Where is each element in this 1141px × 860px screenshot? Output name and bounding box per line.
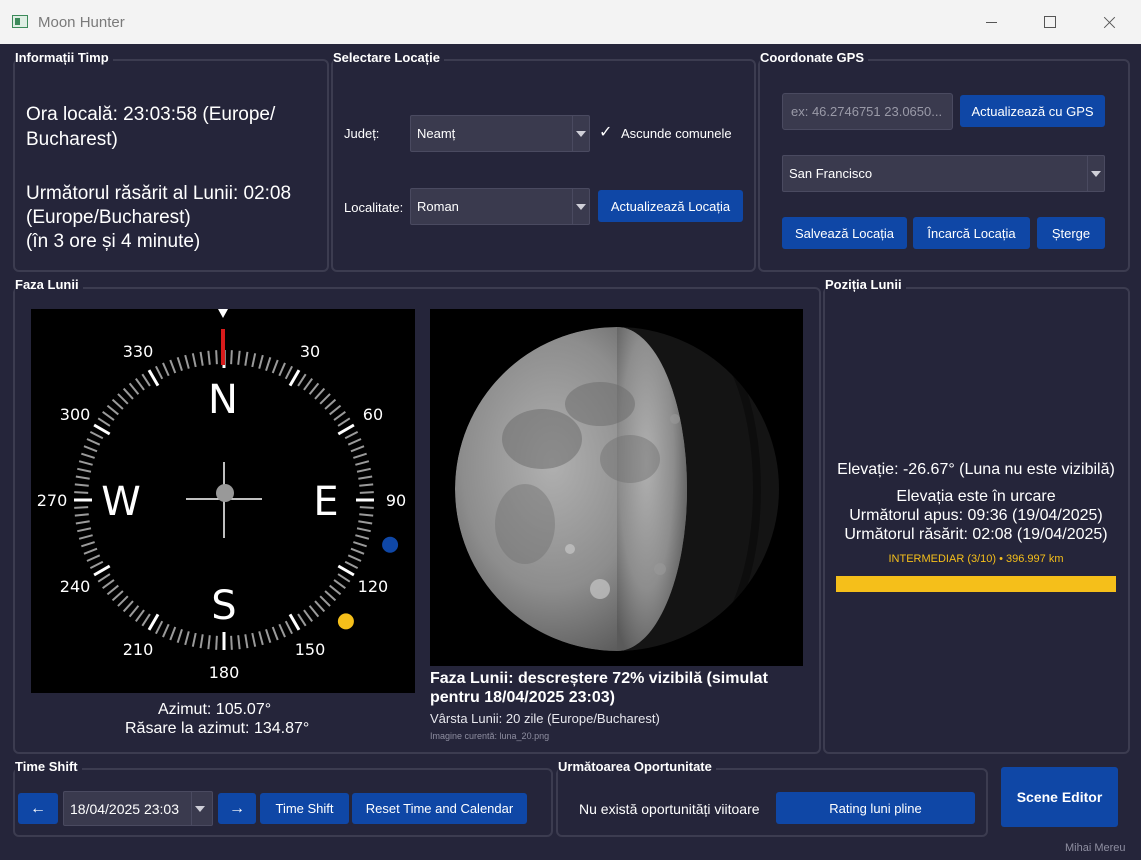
update-gps-button[interactable]: Actualizează cu GPS <box>960 95 1105 127</box>
next-rise-line1: Următorul răsărit al Lunii: 02:08 <box>26 183 292 204</box>
compass-minor-tick <box>74 491 89 494</box>
rating-full-moons-button[interactable]: Rating luni pline <box>776 792 975 824</box>
current-image-text: Imagine curentă: luna_20.png <box>430 731 550 741</box>
time-shift-button[interactable]: Time Shift <box>260 793 349 824</box>
delete-location-button[interactable]: Șterge <box>1037 217 1105 249</box>
locality-value: Roman <box>417 199 459 214</box>
scene-editor-button[interactable]: Scene Editor <box>1001 767 1118 827</box>
compass-minor-tick <box>359 506 374 509</box>
compass-degree-label: 270 <box>37 491 68 510</box>
chevron-down-icon[interactable] <box>1087 156 1104 191</box>
county-value: Neamț <box>417 126 456 141</box>
opportunity-message: Nu există oportunități viitoare <box>579 801 760 817</box>
gps-coords-input[interactable]: ex: 46.2746751 23.0650... <box>782 93 953 130</box>
elevation-text: Elevație: -26.67° (Luna nu este vizibilă… <box>837 461 1115 478</box>
datetime-value: 18/04/2025 23:03 <box>70 800 179 817</box>
next-time-button[interactable]: → <box>218 793 256 824</box>
hide-communes-label[interactable]: Ascunde comunele <box>621 126 732 141</box>
compass-minor-tick <box>230 350 233 365</box>
phase-title-line1: Faza Lunii: descreștere 72% vizibilă (si… <box>430 670 768 687</box>
update-location-button[interactable]: Actualizează Locația <box>598 190 743 222</box>
minimize-button[interactable] <box>962 0 1020 44</box>
compass-degree-label: 120 <box>358 577 389 596</box>
compass-degree-label: 180 <box>209 663 240 682</box>
app-window: Moon Hunter Informații Timp Ora locală: … <box>0 0 1141 860</box>
distance-label: INTERMEDIAR (3/10) • 396.997 km <box>888 553 1064 565</box>
rise-azimuth-text: Răsare la azimut: 134.87° <box>125 720 310 737</box>
distance-bar <box>836 576 1116 592</box>
compass-degree-label: 330 <box>123 342 154 361</box>
compass-degree-label: 210 <box>123 640 154 659</box>
cardinal-s: S <box>211 583 236 629</box>
chevron-down-icon[interactable] <box>191 792 212 825</box>
time-info-title: Informații Timp <box>15 50 113 65</box>
maximize-button[interactable] <box>1020 0 1078 44</box>
next-set-text: Următorul apus: 09:36 (19/04/2025) <box>849 507 1103 524</box>
compass-degree-label: 150 <box>295 640 326 659</box>
compass-degree-label: 240 <box>60 577 91 596</box>
moon-phase-title: Faza Lunii <box>15 277 83 292</box>
local-time-line2: Bucharest) <box>26 129 118 150</box>
cardinal-n: N <box>208 377 238 423</box>
time-shift-title: Time Shift <box>15 759 82 774</box>
save-location-button[interactable]: Salvează Locația <box>782 217 907 249</box>
checkmark-icon[interactable]: ✓ <box>599 122 612 142</box>
window-title: Moon Hunter <box>38 14 125 31</box>
opportunity-title: Următoarea Oportunitate <box>558 759 716 774</box>
chevron-down-icon[interactable] <box>572 189 589 224</box>
next-rise-line2: (Europe/Bucharest) <box>26 207 191 228</box>
moon-age-text: Vârsta Lunii: 20 zile (Europe/Bucharest) <box>430 711 660 726</box>
prev-time-button[interactable]: ← <box>18 793 58 824</box>
load-location-button[interactable]: Încarcă Locația <box>913 217 1030 249</box>
compass-minor-tick <box>359 491 374 494</box>
compass-degree-label: 90 <box>386 491 406 510</box>
compass-degree-label: 30 <box>300 342 320 361</box>
location-group <box>331 59 756 272</box>
rise-azimuth-marker <box>337 613 354 630</box>
location-title: Selectare Locație <box>333 50 444 65</box>
moon-image <box>430 309 803 666</box>
chevron-down-icon[interactable] <box>572 116 589 151</box>
county-label: Județ: <box>344 126 380 141</box>
locality-select[interactable]: Roman <box>410 188 590 225</box>
compass: 30 60 90 120 150 180 210 240 270 300 330 N E S W <box>31 309 415 693</box>
compass-degree-label: 60 <box>363 405 383 424</box>
datetime-picker[interactable]: 18/04/2025 23:03 <box>63 791 213 826</box>
close-button[interactable] <box>1080 0 1138 44</box>
title-bar: Moon Hunter <box>0 0 1141 44</box>
local-time-line1: Ora locală: 23:03:58 (Europe/ <box>26 104 276 125</box>
next-rise-text: Următorul răsărit: 02:08 (19/04/2025) <box>844 526 1108 543</box>
author-label: Mihai Mereu <box>1065 842 1126 854</box>
app-icon <box>12 15 28 28</box>
moon-position-title: Poziția Lunii <box>825 277 906 292</box>
gps-title: Coordonate GPS <box>760 50 869 65</box>
azimuth-text: Azimut: 105.07° <box>158 701 272 718</box>
elevation-trend-text: Elevația este în urcare <box>896 488 1056 505</box>
compass-minor-tick <box>74 506 89 509</box>
center-dot <box>216 484 234 502</box>
cardinal-w: W <box>101 479 141 525</box>
locality-label: Localitate: <box>344 200 404 215</box>
next-rise-line3: (în 3 ore și 4 minute) <box>26 231 201 252</box>
saved-location-value: San Francisco <box>789 166 873 181</box>
compass-minor-tick <box>230 635 233 650</box>
reset-time-button[interactable]: Reset Time and Calendar <box>352 793 527 824</box>
cardinal-e: E <box>313 479 338 525</box>
phase-title-line2: pentru 18/04/2025 23:03) <box>430 689 615 706</box>
county-select[interactable]: Neamț <box>410 115 590 152</box>
compass-minor-tick <box>215 635 218 650</box>
moon-azimuth-marker <box>382 536 399 553</box>
compass-minor-tick <box>215 350 218 365</box>
compass-degree-label: 300 <box>60 405 91 424</box>
saved-location-select[interactable]: San Francisco <box>782 155 1105 192</box>
